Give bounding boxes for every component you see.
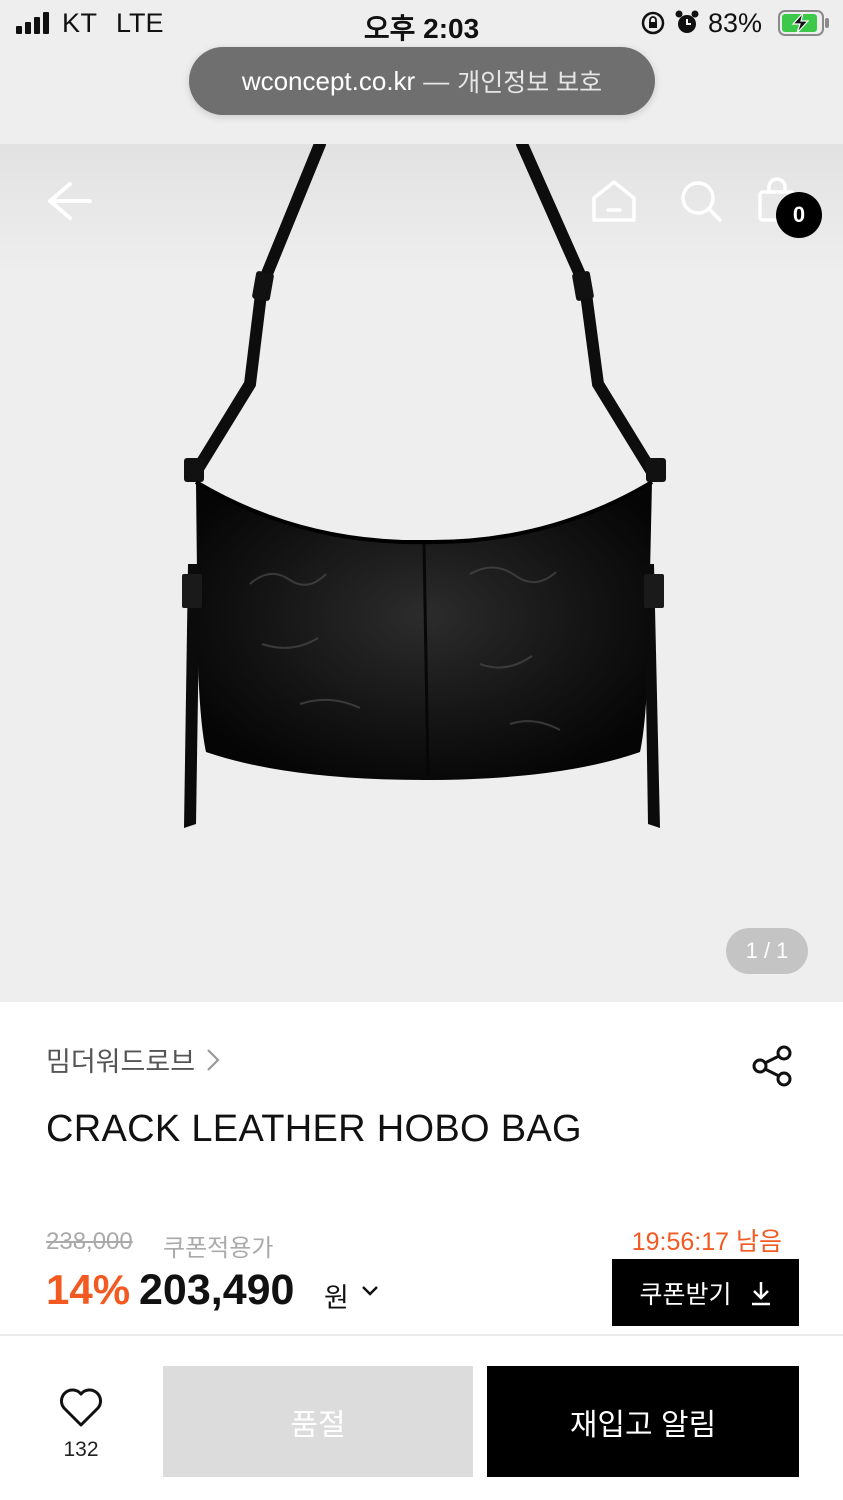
product-title: CRACK LEATHER HOBO BAG bbox=[46, 1108, 582, 1150]
original-price: 238,000 bbox=[46, 1228, 133, 1255]
coupon-button-label: 쿠폰받기 bbox=[639, 1280, 732, 1309]
heart-icon[interactable] bbox=[58, 1386, 104, 1428]
image-counter: 1 / 1 bbox=[726, 928, 808, 974]
share-icon[interactable] bbox=[750, 1044, 794, 1088]
brand-name: 밈더워드로브 bbox=[46, 1047, 196, 1077]
restock-alert-button[interactable]: 재입고 알림 bbox=[487, 1366, 799, 1477]
coupon-download-button[interactable]: 쿠폰받기 bbox=[612, 1259, 799, 1326]
sold-out-button[interactable]: 품절 bbox=[163, 1366, 473, 1477]
alarm-icon bbox=[675, 10, 699, 33]
like-count: 132 bbox=[63, 1438, 99, 1461]
rotation-lock-icon bbox=[641, 11, 665, 35]
download-icon bbox=[751, 1281, 770, 1305]
coupon-applied-label: 쿠폰적용가 bbox=[163, 1235, 274, 1262]
status-bar: KT LTE 오후 2:03 83% wconcept.co.kr — 개인정보… bbox=[0, 0, 843, 144]
battery-percent: 83% bbox=[708, 8, 763, 38]
cart-count-badge[interactable]: 0 bbox=[776, 192, 822, 238]
chevron-right-icon bbox=[207, 1048, 220, 1071]
back-arrow-icon[interactable] bbox=[38, 176, 98, 226]
coupon-timer: 19:56:17 남음 bbox=[631, 1228, 782, 1256]
url-separator: — bbox=[423, 65, 450, 96]
url-domain: wconcept.co.kr bbox=[241, 65, 416, 96]
divider bbox=[0, 1334, 843, 1336]
url-bar[interactable]: wconcept.co.kr — 개인정보 보호 bbox=[189, 47, 655, 115]
product-image-gallery[interactable]: 0 1 / 1 bbox=[0, 144, 843, 1002]
chevron-down-icon[interactable] bbox=[360, 1284, 380, 1298]
search-icon[interactable] bbox=[676, 176, 726, 226]
home-icon[interactable] bbox=[588, 176, 640, 226]
brand-link[interactable]: 밈더워드로브 bbox=[46, 1040, 221, 1079]
product-image bbox=[182, 144, 666, 828]
sale-price: 203,490 bbox=[139, 1266, 295, 1314]
discount-percent: 14% bbox=[46, 1266, 131, 1313]
battery-charging-icon bbox=[778, 10, 829, 36]
privacy-label: 개인정보 보호 bbox=[457, 69, 603, 97]
currency-label: 원 bbox=[324, 1283, 349, 1313]
